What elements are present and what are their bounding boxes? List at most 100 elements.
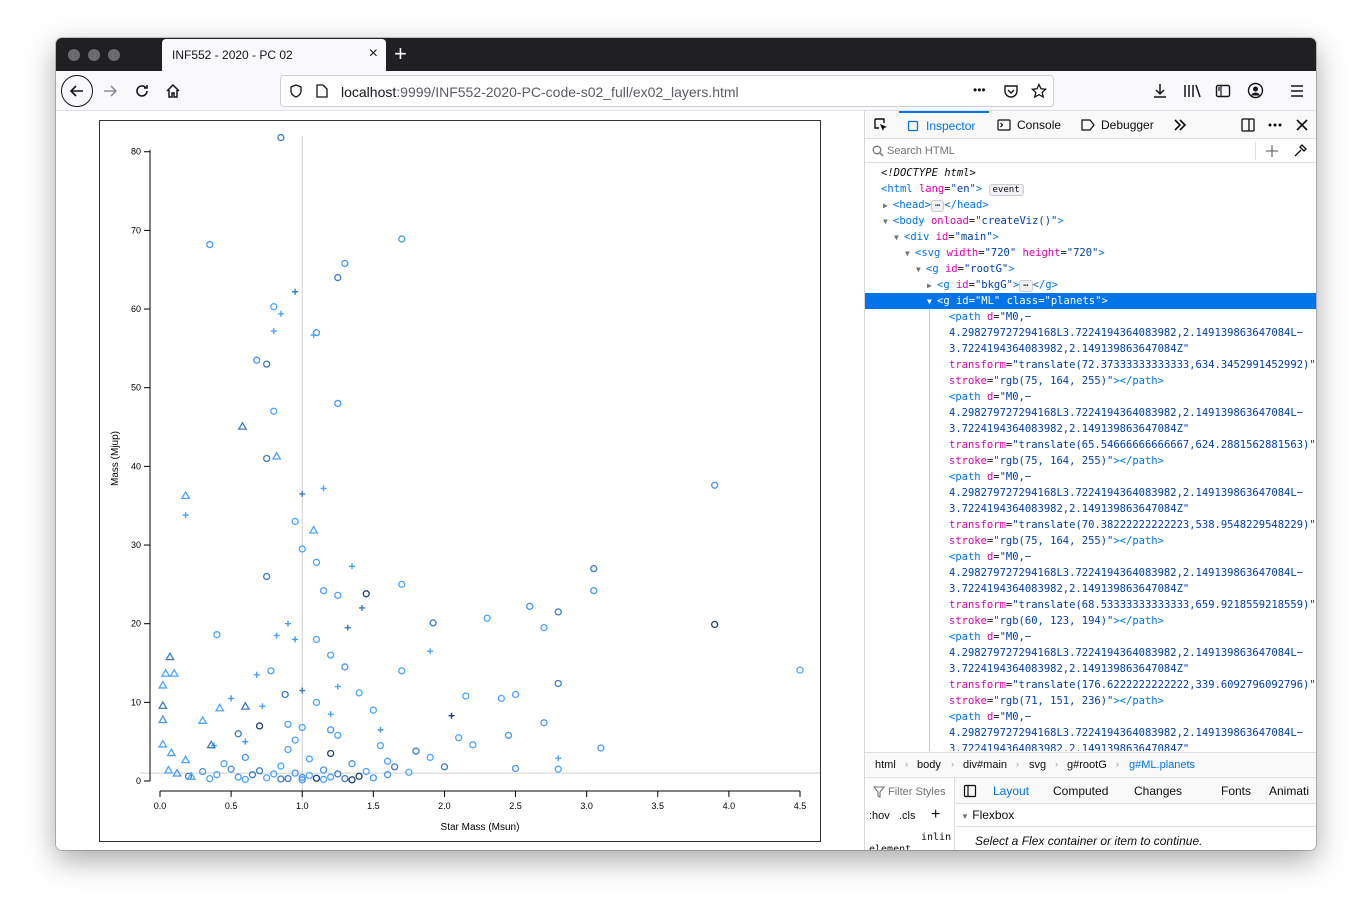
path-node[interactable]: <path d="M0,− [865,469,1316,485]
page-actions-icon[interactable]: ••• [973,83,986,97]
path-tag: <path [949,711,981,723]
more-tabs-icon[interactable] [1173,118,1187,132]
back-button[interactable] [61,75,93,107]
account-icon[interactable] [1247,82,1264,99]
path-d-continued[interactable]: 3.7224194364083982,2.149139863647084Z" [865,421,1316,437]
path-d-continued[interactable]: 3.7224194364083982,2.149139863647084Z" [865,501,1316,517]
path-d-continued[interactable]: 4.298279727294168L3.7224194364083982,2.1… [865,645,1316,661]
path-d-continued[interactable]: 3.7224194364083982,2.149139863647084Z" [865,741,1316,751]
close-devtools-icon[interactable] [1295,118,1309,132]
path-close: ></path> [1113,375,1164,387]
filter-styles-input[interactable]: Filter Styles [888,786,945,798]
breadcrumb-body[interactable]: body [917,759,941,771]
url-host: localhost [341,84,397,100]
path-stroke[interactable]: stroke="rgb(75, 164, 255)"></path> [865,453,1316,469]
zoom-window-button[interactable] [108,49,120,61]
pocket-icon[interactable] [1003,83,1019,99]
g-bkg-collapsed-badge[interactable]: ⋯ [1019,280,1033,292]
collapse-div-icon[interactable]: ▼ [894,230,904,246]
collapse-rootG-icon[interactable]: ▼ [916,262,926,278]
expand-head-icon[interactable]: ▶ [883,198,893,214]
div-main-node[interactable]: ▼ <div id="main"> [865,229,1316,245]
breadcrumb-rootG[interactable]: g#rootG [1067,759,1107,771]
path-d-continued[interactable]: 4.298279727294168L3.7224194364083982,2.1… [865,565,1316,581]
path-transform[interactable]: transform="translate(70.38222222222223,5… [865,517,1316,533]
g-rootG-node[interactable]: ▼ <g id="rootG"> [865,261,1316,277]
path-d-continued[interactable]: 4.298279727294168L3.7224194364083982,2.1… [865,725,1316,741]
sidebar-icon[interactable] [1215,83,1231,99]
path-stroke[interactable]: stroke="rgb(60, 123, 194)"></path> [865,613,1316,629]
cls-toggle[interactable]: .cls [899,810,916,822]
tab-debugger[interactable]: Debugger [1081,111,1154,139]
hamburger-menu-icon[interactable] [1289,83,1305,99]
g-ML-node[interactable]: ▼ <g id="ML" class="planets"> [865,293,1316,309]
hov-toggle[interactable]: :hov [869,810,890,822]
collapse-flexbox-icon[interactable]: ▼ [961,812,969,821]
tab-layout[interactable]: Layout [993,784,1029,798]
tab-fonts[interactable]: Fonts [1221,784,1251,798]
tab-computed[interactable]: Computed [1053,784,1108,798]
breadcrumb-div-main[interactable]: div#main [963,759,1007,771]
search-html-input[interactable]: Search HTML [887,145,955,157]
body-node[interactable]: ▼ <body onload="createViz()"> [865,213,1316,229]
devtools-menu-icon[interactable] [1267,117,1283,133]
browser-tab[interactable]: INF552 - 2020 - PC 02 × [162,39,386,71]
x-tick-label: 2.0 [438,801,451,811]
dock-icon[interactable] [1240,117,1256,133]
path-transform[interactable]: transform="translate(65.54666666666667,6… [865,437,1316,453]
close-window-button[interactable] [68,49,80,61]
download-icon[interactable] [1152,83,1168,99]
tab-console[interactable]: Console [997,111,1061,139]
new-tab-icon[interactable]: + [394,41,407,67]
url-bar[interactable]: localhost:9999/INF552-2020-PC-code-s02_f… [280,75,1054,107]
path-transform[interactable]: transform="translate(68.53333333333333,6… [865,597,1316,613]
forward-button[interactable] [96,77,124,105]
home-button[interactable] [159,77,187,105]
g-bkgG-node[interactable]: ▶ <g id="bkgG"> ⋯ </g> [865,277,1316,293]
event-badge[interactable]: event [988,184,1024,196]
path-d-continued[interactable]: 3.7224194364083982,2.149139863647084Z" [865,581,1316,597]
element-picker-icon[interactable] [873,117,889,133]
collapse-svg-icon[interactable]: ▼ [905,246,915,262]
path-node[interactable]: <path d="M0,− [865,709,1316,725]
tab-changes[interactable]: Changes [1134,784,1182,798]
path-node[interactable]: <path d="M0,− [865,629,1316,645]
path-stroke[interactable]: stroke="rgb(71, 151, 236)"></path> [865,693,1316,709]
path-node[interactable]: <path d="M0,− [865,309,1316,325]
expand-bkgG-icon[interactable]: ▶ [927,278,937,294]
star-icon[interactable] [1031,83,1047,99]
breadcrumb-svg[interactable]: svg [1029,759,1046,771]
tab-close-icon[interactable]: × [369,45,378,63]
toggle-pane-icon[interactable] [963,784,977,798]
path-d-continued[interactable]: 4.298279727294168L3.7224194364083982,2.1… [865,325,1316,341]
html-node[interactable]: <html lang="en"> event [865,181,1316,197]
path-d-continued[interactable]: 3.7224194364083982,2.149139863647084Z" [865,661,1316,677]
path-transform[interactable]: transform="translate(72.37333333333333,6… [865,357,1316,373]
flexbox-section[interactable]: ▼ Flexbox [961,808,1014,822]
add-rule-icon[interactable]: + [931,806,940,824]
library-icon[interactable] [1183,83,1201,99]
breadcrumb-ml-planets[interactable]: g#ML.planets [1129,759,1195,771]
eyedropper-icon[interactable] [1293,144,1307,158]
doctype-line[interactable]: <!DOCTYPE html> [865,165,1316,181]
minimize-window-button[interactable] [88,49,100,61]
path-d-continued[interactable]: 3.7224194364083982,2.149139863647084Z" [865,341,1316,357]
path-transform[interactable]: transform="translate(176.6222222222222,3… [865,677,1316,693]
add-node-icon[interactable] [1265,144,1279,158]
path-node[interactable]: <path d="M0,− [865,549,1316,565]
collapse-ML-icon[interactable]: ▼ [927,294,937,310]
path-d-continued[interactable]: 4.298279727294168L3.7224194364083982,2.1… [865,485,1316,501]
collapse-body-icon[interactable]: ▼ [883,214,893,230]
shield-icon[interactable] [289,84,303,98]
path-d-continued[interactable]: 4.298279727294168L3.7224194364083982,2.1… [865,405,1316,421]
tab-inspector[interactable]: Inspector [899,111,989,139]
reload-button[interactable] [128,77,156,105]
tab-animations[interactable]: Animati [1269,784,1309,798]
head-collapsed-badge[interactable]: ⋯ [930,200,945,212]
path-stroke[interactable]: stroke="rgb(75, 164, 255)"></path> [865,373,1316,389]
path-node[interactable]: <path d="M0,− [865,389,1316,405]
svg-node[interactable]: ▼ <svg width="720" height="720"> [865,245,1316,261]
head-node[interactable]: ▶ <head> ⋯ </head> [865,197,1316,213]
breadcrumb-html[interactable]: html [875,759,896,771]
path-stroke[interactable]: stroke="rgb(75, 164, 255)"></path> [865,533,1316,549]
